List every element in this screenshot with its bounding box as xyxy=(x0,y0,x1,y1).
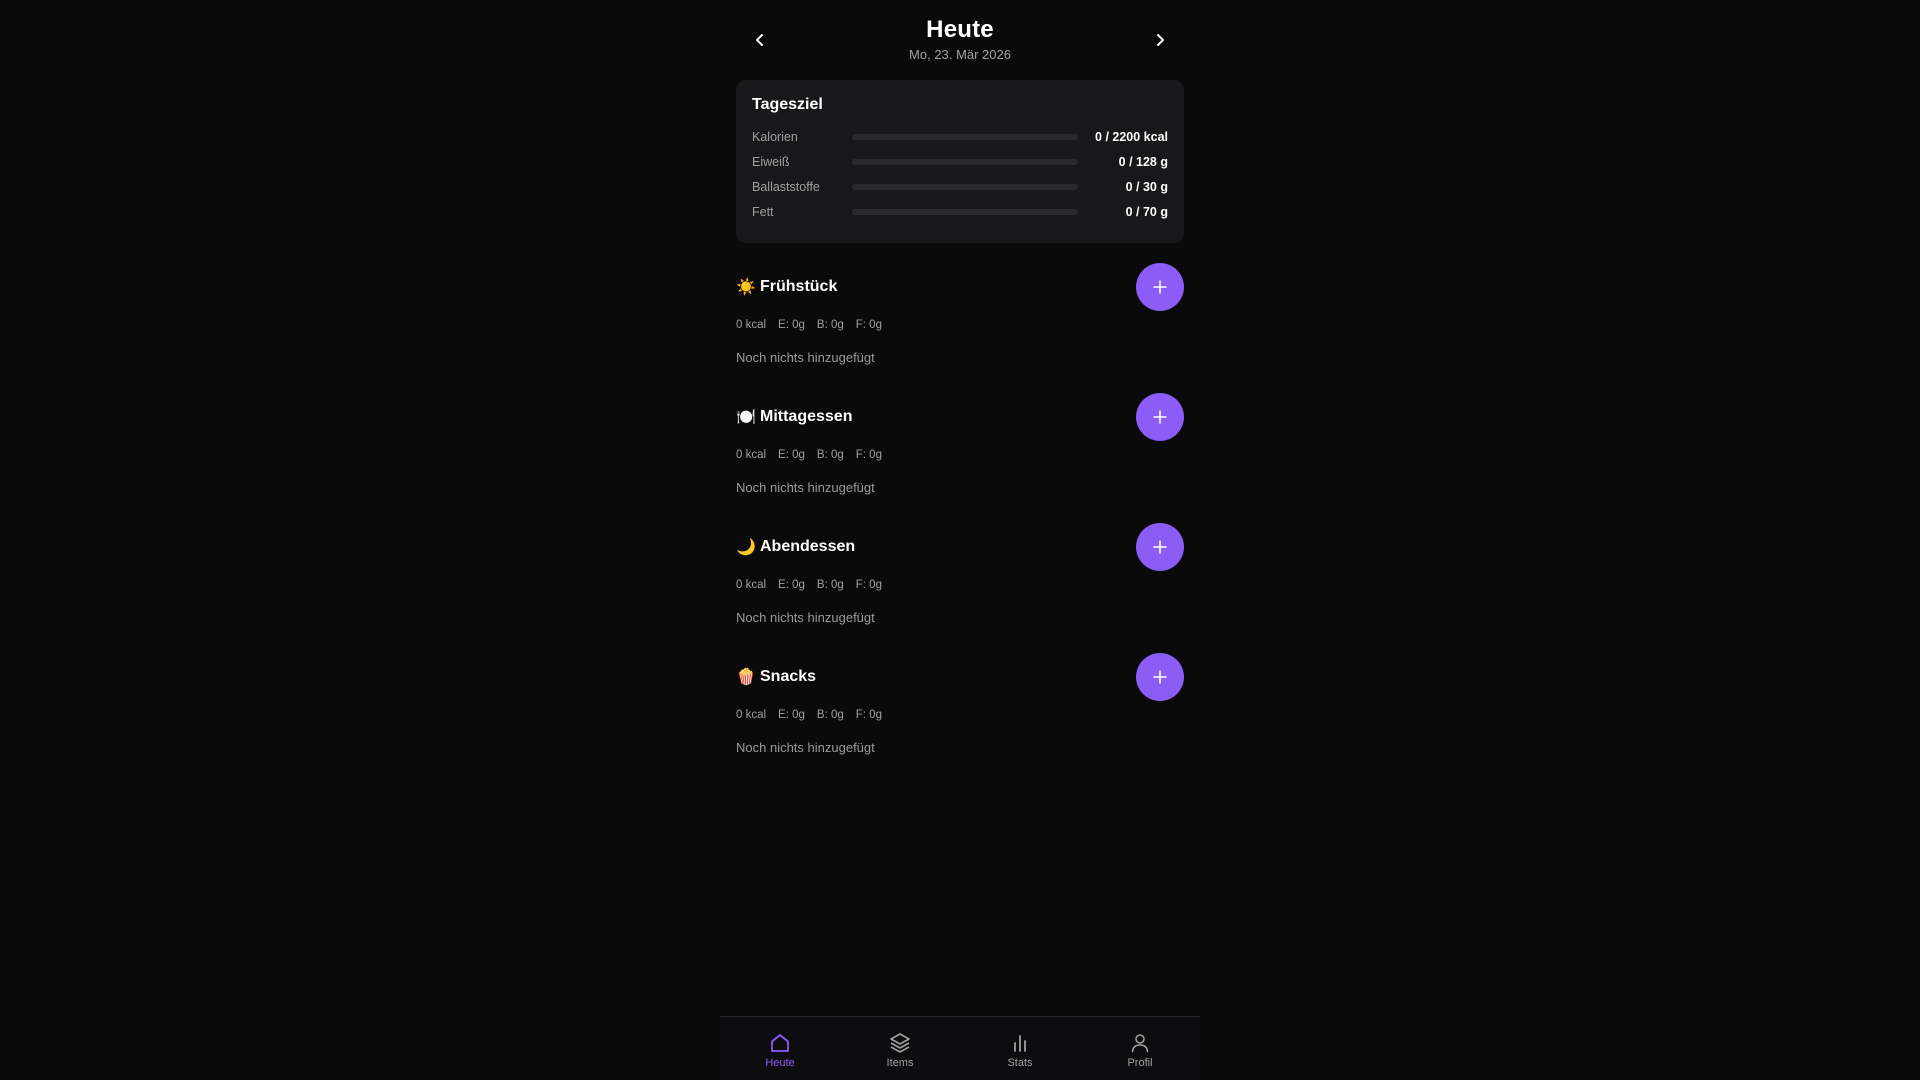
goal-label: Fett xyxy=(752,204,774,219)
meal-fiber: B: 0g xyxy=(816,449,844,461)
plate-icon: 🍽️ xyxy=(736,409,756,426)
user-icon xyxy=(1131,1033,1149,1052)
nav-label: Heute xyxy=(765,1056,795,1069)
bar-chart-icon xyxy=(1014,1034,1026,1052)
meal-fiber: B: 0g xyxy=(816,579,844,591)
meal-name: Frühstück xyxy=(760,278,838,295)
nav-item-heute[interactable]: Heute xyxy=(720,1017,840,1080)
goal-value: 0 / 30 g xyxy=(1125,179,1168,194)
meal-protein: E: 0g xyxy=(778,709,805,721)
meal-section-snacks: 🍿 Snacks 0 kcal E: 0g B: 0g F: 0g Noch n… xyxy=(736,653,1184,773)
meal-title: 🍽️ Mittagessen xyxy=(736,407,852,427)
layers-icon xyxy=(890,1032,910,1053)
meal-protein: E: 0g xyxy=(778,319,805,331)
meal-header: ☀️ Frühstück xyxy=(736,263,1184,311)
bottom-navigation: Heute Items Stats Profil xyxy=(720,1016,1200,1080)
next-day-button[interactable] xyxy=(1148,28,1172,52)
add-dinner-button[interactable] xyxy=(1136,523,1184,571)
meal-title: ☀️ Frühstück xyxy=(736,277,837,297)
nav-item-items[interactable]: Items xyxy=(840,1017,960,1080)
goal-row-protein: Eiweiß 0 / 128 g xyxy=(752,149,1168,174)
goal-value: 0 / 128 g xyxy=(1118,154,1168,169)
protein-progress-bar xyxy=(852,158,1078,165)
goal-value: 0 / 70 g xyxy=(1125,204,1168,219)
meal-header: 🌙 Abendessen xyxy=(736,523,1184,571)
sun-icon: ☀️ xyxy=(736,279,756,296)
meal-section-dinner: 🌙 Abendessen 0 kcal E: 0g B: 0g F: 0g No… xyxy=(736,523,1184,643)
daily-goal-card: Tagesziel Kalorien 0 / 2200 kcal Eiweiß … xyxy=(736,80,1184,243)
meal-fat: F: 0g xyxy=(855,709,882,721)
meal-empty-note: Noch nichts hinzugefügt xyxy=(736,740,875,755)
nav-label: Items xyxy=(886,1056,914,1069)
meal-name: Snacks xyxy=(760,668,817,685)
page-date: Mo, 23. Mär 2026 xyxy=(909,47,1011,62)
meal-macros: 0 kcal E: 0g B: 0g F: 0g xyxy=(736,319,882,331)
goal-label: Ballaststoffe xyxy=(752,179,820,194)
goal-row-fiber: Ballaststoffe 0 / 30 g xyxy=(752,174,1168,199)
goal-label: Eiweiß xyxy=(752,154,790,169)
goal-row-calories: Kalorien 0 / 2200 kcal xyxy=(752,124,1168,149)
popcorn-icon: 🍿 xyxy=(736,669,756,686)
add-breakfast-button[interactable] xyxy=(1136,263,1184,311)
home-icon xyxy=(771,1033,789,1052)
plus-icon xyxy=(1153,410,1167,424)
meal-title: 🌙 Abendessen xyxy=(736,537,855,557)
add-lunch-button[interactable] xyxy=(1136,393,1184,441)
meal-fat: F: 0g xyxy=(855,579,882,591)
meal-header: 🍿 Snacks xyxy=(736,653,1184,701)
meal-fiber: B: 0g xyxy=(816,709,844,721)
goal-value: 0 / 2200 kcal xyxy=(1095,129,1168,144)
meal-section-lunch: 🍽️ Mittagessen 0 kcal E: 0g B: 0g F: 0g … xyxy=(736,393,1184,513)
nav-label: Profil xyxy=(1127,1056,1153,1069)
header: Heute Mo, 23. Mär 2026 xyxy=(720,0,1200,78)
meal-name: Mittagessen xyxy=(760,408,853,425)
meal-macros: 0 kcal E: 0g B: 0g F: 0g xyxy=(736,449,882,461)
plus-icon xyxy=(1153,280,1167,294)
meal-protein: E: 0g xyxy=(778,449,805,461)
meal-macros: 0 kcal E: 0g B: 0g F: 0g xyxy=(736,579,882,591)
add-snacks-button[interactable] xyxy=(1136,653,1184,701)
plus-icon xyxy=(1153,670,1167,684)
nav-item-profil[interactable]: Profil xyxy=(1080,1017,1200,1080)
meal-empty-note: Noch nichts hinzugefügt xyxy=(736,350,875,365)
meal-fat: F: 0g xyxy=(855,319,882,331)
meal-kcal: 0 kcal xyxy=(736,319,767,331)
meal-header: 🍽️ Mittagessen xyxy=(736,393,1184,441)
meal-fiber: B: 0g xyxy=(816,319,844,331)
goal-row-fat: Fett 0 / 70 g xyxy=(752,199,1168,224)
meal-protein: E: 0g xyxy=(778,579,805,591)
meal-kcal: 0 kcal xyxy=(736,449,767,461)
fat-progress-bar xyxy=(852,208,1078,215)
meal-kcal: 0 kcal xyxy=(736,709,767,721)
chevron-right-icon xyxy=(1157,34,1164,46)
meal-title: 🍿 Snacks xyxy=(736,667,816,687)
meal-fat: F: 0g xyxy=(855,449,882,461)
meal-macros: 0 kcal E: 0g B: 0g F: 0g xyxy=(736,709,882,721)
meal-kcal: 0 kcal xyxy=(736,579,767,591)
meal-section-breakfast: ☀️ Frühstück 0 kcal E: 0g B: 0g F: 0g No… xyxy=(736,263,1184,383)
page-title: Heute xyxy=(926,16,994,43)
goal-label: Kalorien xyxy=(752,129,798,144)
plus-icon xyxy=(1153,540,1167,554)
fiber-progress-bar xyxy=(852,183,1078,190)
meal-empty-note: Noch nichts hinzugefügt xyxy=(736,610,875,625)
app-screen: Heute Mo, 23. Mär 2026 Tagesziel Kalorie… xyxy=(720,0,1200,1080)
calories-progress-bar xyxy=(852,133,1078,140)
moon-icon: 🌙 xyxy=(736,539,756,556)
nav-item-stats[interactable]: Stats xyxy=(960,1017,1080,1080)
daily-goal-title: Tagesziel xyxy=(752,96,823,113)
nav-label: Stats xyxy=(1007,1056,1033,1069)
meal-empty-note: Noch nichts hinzugefügt xyxy=(736,480,875,495)
meal-name: Abendessen xyxy=(760,538,856,555)
